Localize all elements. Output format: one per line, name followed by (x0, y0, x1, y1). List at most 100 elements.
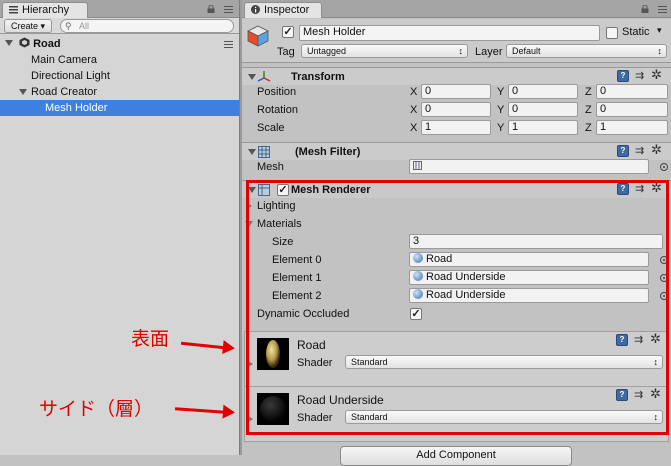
object-picker-icon[interactable] (660, 256, 668, 264)
preset-settings-icon[interactable]: ⇉ (635, 145, 644, 157)
static-dropdown-icon[interactable]: ▾ (657, 25, 662, 36)
tag-value: Untagged (307, 46, 347, 56)
axis-y-label[interactable]: Y (497, 101, 504, 119)
scene-menu-icon[interactable] (224, 41, 233, 48)
hierarchy-item-mesh-holder[interactable]: Mesh Holder (0, 100, 239, 116)
axis-y-label[interactable]: Y (497, 119, 504, 137)
tab-inspector[interactable]: Inspector (244, 2, 322, 18)
scene-row[interactable]: Road (0, 36, 239, 52)
preset-settings-icon[interactable]: ⇉ (635, 70, 644, 82)
object-active-checkbox[interactable]: ✓ (282, 26, 294, 38)
lock-icon[interactable] (207, 5, 215, 13)
position-z-value: 0 (600, 85, 607, 97)
object-picker-icon[interactable] (660, 292, 668, 300)
expand-triangle-icon[interactable] (19, 89, 27, 95)
gear-icon[interactable]: ✲ (650, 332, 661, 346)
gear-icon[interactable]: ✲ (651, 181, 662, 195)
tag-dropdown[interactable]: Untagged (301, 44, 468, 58)
position-z-field[interactable]: 0 (596, 84, 668, 99)
preset-settings-icon[interactable]: ⇉ (634, 389, 643, 401)
material-element-field[interactable]: Road (409, 252, 649, 267)
rotation-y-field[interactable]: 0 (508, 102, 578, 117)
help-book-icon[interactable]: ? (617, 183, 629, 195)
layer-dropdown[interactable]: Default (506, 44, 667, 58)
add-component-label: Add Component (416, 449, 496, 461)
help-book-icon[interactable]: ? (617, 70, 629, 82)
collapse-triangle-icon[interactable] (248, 149, 256, 155)
hierarchy-item-road-creator[interactable]: Road Creator (0, 84, 239, 100)
gear-icon[interactable]: ✲ (650, 387, 661, 401)
axis-z-label[interactable]: Z (585, 83, 592, 101)
expand-triangle-icon[interactable] (247, 415, 253, 423)
underside-material-sphere-icon (260, 396, 286, 422)
hierarchy-item-label: Directional Light (31, 70, 110, 82)
collapse-triangle-icon[interactable] (248, 187, 256, 193)
axis-x-label[interactable]: X (410, 101, 417, 119)
position-y-field[interactable]: 0 (508, 84, 578, 99)
collapse-triangle-icon[interactable] (245, 221, 253, 227)
component-header-icons: ? ⇉ ✲ (616, 387, 666, 403)
shader-dropdown[interactable]: Standard (345, 410, 663, 424)
hierarchy-item-directional-light[interactable]: Directional Light (0, 68, 239, 84)
create-button[interactable]: Create ▾ (4, 19, 53, 33)
hierarchy-item-main-camera[interactable]: Main Camera (0, 52, 239, 68)
lock-icon[interactable] (641, 5, 649, 13)
inspector-tabbar: Inspector (242, 0, 671, 18)
rotation-z-field[interactable]: 0 (596, 102, 668, 117)
element-label: Element 1 (272, 272, 322, 284)
gear-icon[interactable]: ✲ (651, 143, 662, 157)
material-element-field[interactable]: Road Underside (409, 288, 649, 303)
axis-y-label[interactable]: Y (497, 83, 504, 101)
search-placeholder: All (79, 21, 90, 31)
static-checkbox[interactable] (606, 27, 618, 39)
object-picker-icon[interactable] (660, 163, 668, 171)
object-name-input[interactable]: Mesh Holder (299, 25, 600, 41)
materials-size-field[interactable]: 3 (409, 234, 663, 249)
rotation-label: Rotation (257, 104, 298, 116)
help-book-icon[interactable]: ? (617, 145, 629, 157)
expand-triangle-icon[interactable] (247, 360, 253, 368)
axis-z-label[interactable]: Z (585, 119, 592, 137)
axis-x-label[interactable]: X (410, 83, 417, 101)
collapse-triangle-icon[interactable] (248, 74, 256, 80)
position-x-field[interactable]: 0 (421, 84, 491, 99)
materials-foldout[interactable]: Materials (242, 215, 671, 233)
size-value: 3 (413, 235, 420, 247)
scale-x-field[interactable]: 1 (421, 120, 491, 135)
tab-hierarchy[interactable]: Hierarchy (2, 2, 88, 18)
mesh-renderer-header[interactable]: ✓ Mesh Renderer ? ⇉ ✲ (242, 180, 671, 198)
gear-icon[interactable]: ✲ (651, 68, 662, 82)
dynamic-occluded-checkbox[interactable]: ✓ (410, 308, 422, 320)
add-component-button[interactable]: Add Component (340, 446, 572, 466)
scale-label: Scale (257, 122, 285, 134)
panel-menu-icon[interactable] (658, 6, 667, 13)
mesh-object-field[interactable] (409, 159, 649, 174)
hierarchy-search-input[interactable]: ⚲ All (60, 19, 234, 33)
shader-dropdown[interactable]: Standard (345, 355, 663, 369)
material-element-field[interactable]: Road Underside (409, 270, 649, 285)
help-book-icon[interactable]: ? (616, 334, 628, 346)
axis-x-label[interactable]: X (410, 119, 417, 137)
preset-settings-icon[interactable]: ⇉ (635, 183, 644, 195)
mesh-renderer-enabled-checkbox[interactable]: ✓ (277, 184, 289, 196)
object-picker-icon[interactable] (660, 274, 668, 282)
rotation-x-value: 0 (425, 103, 432, 115)
element-label: Element 2 (272, 290, 322, 302)
expand-triangle-icon[interactable] (5, 40, 13, 46)
object-name-value: Mesh Holder (303, 26, 366, 38)
rotation-x-field[interactable]: 0 (421, 102, 491, 117)
mesh-renderer-icon (258, 184, 270, 196)
panel-menu-icon[interactable] (224, 6, 233, 13)
preset-settings-icon[interactable]: ⇉ (634, 334, 643, 346)
scale-y-field[interactable]: 1 (508, 120, 578, 135)
help-book-icon[interactable]: ? (616, 389, 628, 401)
axis-z-label[interactable]: Z (585, 101, 592, 119)
material-preview-road (257, 338, 289, 370)
expand-triangle-icon[interactable] (246, 202, 252, 210)
lighting-foldout[interactable]: Lighting (242, 197, 671, 215)
element-value: Road (426, 253, 453, 265)
inspector-panel: Inspector ✓ Mesh Holder Static ▾ Tag Unt… (242, 0, 671, 455)
scene-name: Road (33, 38, 61, 50)
scale-z-field[interactable]: 1 (596, 120, 668, 135)
element-value: Road Underside (426, 271, 506, 283)
